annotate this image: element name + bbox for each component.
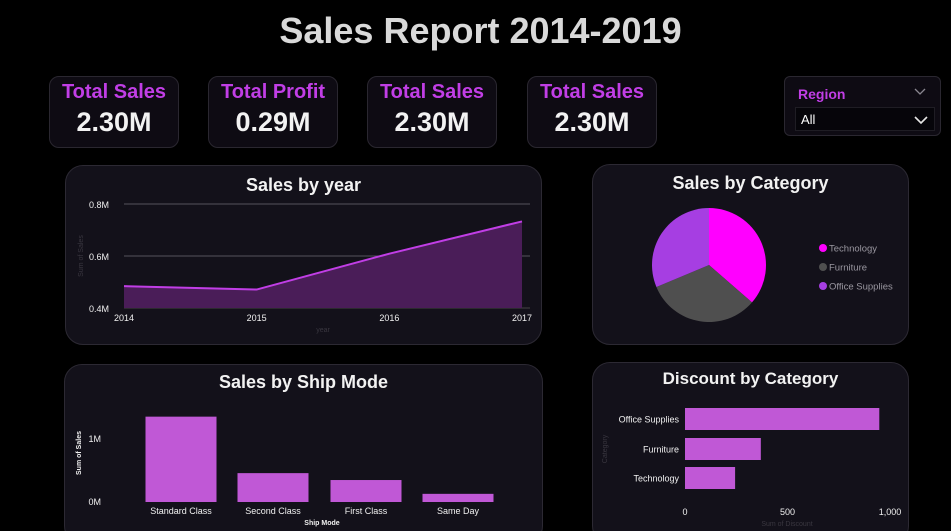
y-tick-label: 0.4M: [89, 304, 109, 314]
legend-label: Technology: [829, 244, 877, 255]
x-tick-label: 0: [682, 507, 687, 517]
sales-by-ship-mode-chart: 0M 1M Standard Class Second Class First Clas…: [76, 416, 494, 527]
sales-by-year-card: Sales by year 0.4M 0.6M 0.8M 2014 2015 2016 20…: [65, 165, 542, 345]
x-tick-label: 2016: [379, 313, 399, 323]
kpi-value: 2.30M: [554, 107, 630, 137]
kpi-card-total-sales: Total Sales 2.30M: [49, 76, 179, 148]
kpi-label: Total Profit: [220, 81, 326, 103]
y-tick-label: 0.6M: [89, 252, 109, 262]
kpi-label: Total Sales: [379, 81, 485, 103]
x-tick-label: 2014: [114, 313, 134, 323]
kpi-card-total-sales-3: Total Sales 2.30M: [527, 76, 657, 148]
x-tick-label: First Class: [345, 506, 388, 516]
x-axis-label: Sum of Discount: [761, 521, 812, 528]
kpi-value: 2.30M: [76, 107, 152, 137]
x-tick-label: Second Class: [245, 506, 301, 516]
sales-by-year-chart: 0.4M 0.6M 0.8M 2014 2015 2016 2017 year Sum of S…: [78, 200, 532, 334]
region-dropdown-value: All: [801, 112, 816, 127]
bar: [330, 480, 402, 502]
sales-area: [124, 221, 522, 308]
sales-by-category-chart: Technology Furniture Office Supplies: [652, 208, 893, 322]
x-tick-label: Same Day: [437, 506, 480, 516]
bar: [237, 473, 309, 502]
y-axis-label: Sum of Sales: [78, 235, 85, 277]
page-title: Sales Report 2014-2019: [279, 10, 682, 51]
y-tick-label: Technology: [633, 474, 679, 484]
kpi-label: Total Sales: [539, 81, 645, 103]
bar: [685, 408, 880, 430]
y-tick-label: 1M: [88, 434, 101, 444]
y-axis-label: Category: [602, 434, 609, 463]
chevron-down-icon[interactable]: [914, 85, 926, 97]
sales-by-category-card: Sales by Category Technology Furniture Off…: [592, 164, 909, 345]
y-tick-label: Office Supplies: [619, 415, 680, 425]
chevron-down-icon[interactable]: [914, 113, 928, 127]
legend-marker: [819, 244, 827, 252]
kpi-card-total-profit: Total Profit 0.29M: [208, 76, 338, 148]
x-tick-label: 2017: [512, 313, 532, 323]
bar: [685, 438, 761, 460]
region-slicer: Region All: [784, 76, 941, 136]
legend-label: Furniture: [829, 263, 867, 274]
x-tick-label: 2015: [247, 313, 267, 323]
bar: [422, 493, 494, 502]
y-axis-label: Sum of Sales: [76, 431, 83, 475]
discount-by-category-card: Discount by Category Office Supplies Furn…: [592, 362, 909, 531]
x-tick-label: 1,000: [879, 507, 902, 517]
x-tick-label: Standard Class: [150, 506, 212, 516]
kpi-value: 0.29M: [235, 107, 311, 137]
discount-by-category-chart: Office Supplies Furniture Technology 0 500 1,…: [602, 408, 902, 528]
bar: [145, 416, 217, 502]
kpi-value: 2.30M: [394, 107, 470, 137]
y-tick-label: 0M: [88, 497, 101, 507]
region-slicer-label: Region: [798, 86, 846, 102]
sales-by-ship-mode-card: Sales by Ship Mode 0M 1M Standard Class Sec…: [64, 364, 543, 531]
kpi-label: Total Sales: [61, 81, 167, 103]
region-dropdown[interactable]: All: [795, 107, 935, 131]
x-axis-label: Ship Mode: [304, 520, 339, 527]
x-tick-label: 500: [780, 507, 795, 517]
legend-marker: [819, 263, 827, 271]
legend-label: Office Supplies: [829, 282, 893, 293]
kpi-card-total-sales-2: Total Sales 2.30M: [367, 76, 497, 148]
bar: [685, 467, 736, 489]
legend-marker: [819, 282, 827, 290]
x-axis-label: year: [316, 327, 330, 334]
y-tick-label: Furniture: [643, 445, 679, 455]
y-tick-label: 0.8M: [89, 200, 109, 210]
